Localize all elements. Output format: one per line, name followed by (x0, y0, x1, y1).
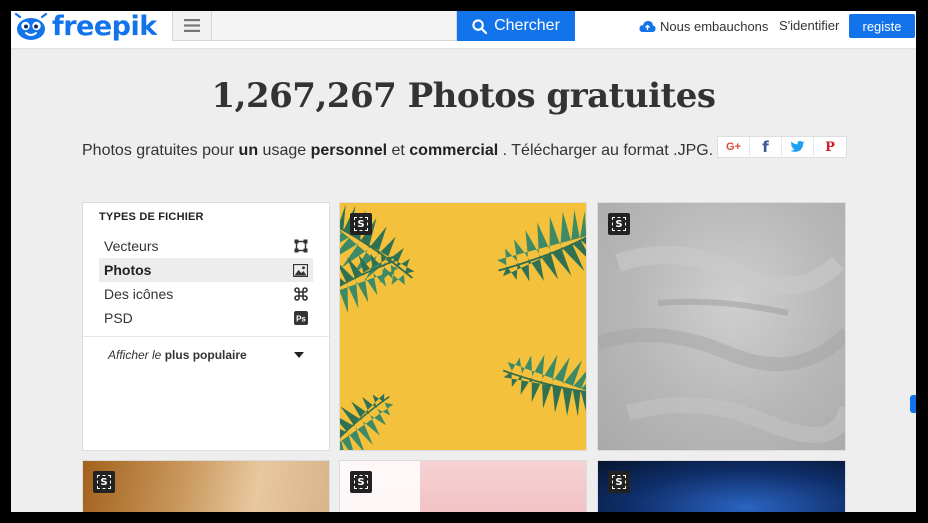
hamburger-icon (184, 19, 200, 32)
ps-icon: Ps (294, 311, 308, 325)
freepik-logo[interactable]: freepik (14, 12, 157, 42)
vector-icon (294, 239, 308, 253)
browser-viewport: freepik Chercher Nous embauchons S'ident… (11, 11, 916, 512)
twitter-share-button[interactable] (782, 137, 814, 157)
palm-leaves-image (340, 203, 586, 450)
filter-item-photos[interactable]: Photos (99, 258, 313, 282)
filter-item-vectors[interactable]: Vecteurs (99, 234, 313, 258)
search-icon (472, 18, 488, 34)
sort-label: Afficher le plus populaire (108, 348, 247, 362)
photo-card[interactable]: S (597, 460, 846, 512)
concrete-texture-image (598, 246, 845, 443)
subtitle-text: et (387, 142, 410, 159)
subtitle-emphasis: personnel (310, 142, 388, 159)
image-icon (293, 263, 308, 277)
filter-item-label: Photos (104, 262, 152, 278)
filter-item-label: PSD (104, 310, 133, 326)
page-title: 1,267,267 Photos gratuites (211, 76, 716, 116)
filter-list: Vecteurs Photos Des icônes PSD Ps (99, 234, 313, 330)
sort-value: plus populaire (164, 348, 247, 362)
logo-wordmark: freepik (52, 11, 157, 42)
sort-dropdown[interactable]: Afficher le plus populaire (108, 346, 304, 364)
badge-label: S (612, 217, 626, 231)
badge-label: S (612, 475, 626, 489)
badge-label: S (354, 217, 368, 231)
file-type-filter: TYPES DE FICHIER Vecteurs Photos Des icô… (82, 202, 330, 451)
search-button[interactable]: Chercher (457, 11, 575, 41)
filter-item-label: Vecteurs (104, 238, 159, 254)
cloud-upload-icon (639, 20, 656, 32)
facebook-icon: f (762, 138, 769, 156)
filter-item-label: Des icônes (104, 286, 174, 302)
pinterest-icon: P (825, 139, 835, 155)
premium-badge: S (93, 471, 115, 493)
command-icon (294, 287, 308, 301)
google-plus-share-button[interactable]: G+ (718, 137, 750, 157)
filter-item-psd[interactable]: PSD Ps (99, 306, 313, 330)
premium-badge: S (350, 471, 372, 493)
page-subtitle: Photos gratuites pour un usage personnel… (82, 140, 713, 162)
login-link[interactable]: S'identifier (779, 17, 839, 35)
pinterest-share-button[interactable]: P (814, 137, 846, 157)
photo-card[interactable]: S (597, 202, 846, 451)
premium-badge: S (350, 213, 372, 235)
filter-heading: TYPES DE FICHIER (99, 211, 204, 223)
photo-card[interactable]: S (82, 460, 330, 512)
search-input[interactable] (212, 11, 457, 41)
menu-button[interactable] (172, 11, 212, 41)
site-header: freepik Chercher Nous embauchons S'ident… (11, 11, 916, 49)
search-button-label: Chercher (494, 17, 560, 34)
badge-label: S (97, 475, 111, 489)
subtitle-text: usage (258, 142, 311, 159)
feedback-tab[interactable] (910, 395, 916, 413)
photo-card[interactable]: S (339, 460, 587, 512)
svg-text:Ps: Ps (296, 314, 306, 323)
register-button[interactable]: registe (849, 14, 915, 38)
sort-prefix: Afficher le (108, 348, 162, 362)
facebook-share-button[interactable]: f (750, 137, 782, 157)
share-buttons: G+ f P (717, 136, 847, 158)
filter-divider (83, 336, 329, 337)
google-plus-icon: G+ (726, 141, 741, 153)
badge-label: S (354, 475, 368, 489)
hiring-label: Nous embauchons (660, 18, 769, 34)
subtitle-emphasis: un (238, 142, 259, 159)
premium-badge: S (608, 213, 630, 235)
premium-badge: S (608, 471, 630, 493)
photo-card[interactable]: S (339, 202, 587, 451)
subtitle-text: . Télécharger au format .JPG. (498, 142, 714, 159)
subtitle-text: Photos gratuites pour (82, 142, 239, 159)
hiring-link[interactable]: Nous embauchons (639, 17, 768, 35)
twitter-icon (790, 141, 805, 152)
subtitle-emphasis: commercial (409, 142, 499, 159)
freepik-mascot-icon (14, 12, 48, 41)
filter-item-icons[interactable]: Des icônes (99, 282, 313, 306)
chevron-down-icon (294, 352, 304, 358)
